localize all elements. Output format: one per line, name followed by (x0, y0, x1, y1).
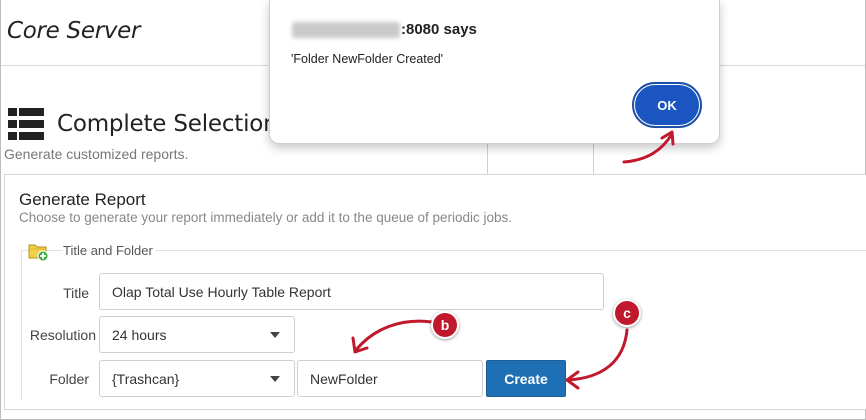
resolution-label: Resolution (29, 327, 96, 343)
resolution-value: 24 hours (112, 326, 167, 343)
tab-divider-right (593, 143, 594, 175)
chevron-down-icon (270, 376, 280, 382)
callout-c: c (613, 299, 641, 327)
list-icon (8, 108, 44, 140)
new-folder-input[interactable]: NewFolder (297, 360, 483, 397)
page-heading: Complete Selection (8, 108, 278, 140)
tab-divider-left (487, 143, 488, 175)
alert-dialog: :8080 says 'Folder NewFolder Created' OK (269, 0, 720, 144)
dialog-message: 'Folder NewFolder Created' (291, 52, 444, 66)
panel-title: Generate Report (19, 190, 146, 209)
folder-label: Folder (49, 371, 89, 387)
dialog-origin: :8080 says (292, 21, 477, 38)
create-button[interactable]: Create (486, 360, 566, 397)
title-input[interactable]: Olap Total Use Hourly Table Report (99, 273, 604, 310)
folder-select[interactable]: {Trashcan} (99, 360, 295, 397)
page-subtitle: Generate customized reports. (4, 146, 189, 162)
blurred-hostname (292, 21, 400, 38)
folder-value: {Trashcan} (112, 370, 180, 387)
panel-description: Choose to generate your report immediate… (19, 210, 513, 225)
title-label: Title (63, 285, 89, 301)
resolution-select[interactable]: 24 hours (99, 316, 295, 353)
callout-b: b (431, 311, 459, 339)
app-title: Core Server (7, 18, 141, 44)
folder-add-icon (28, 244, 49, 262)
ok-button[interactable]: OK (635, 85, 699, 125)
page-title: Complete Selection (57, 111, 278, 137)
dialog-origin-suffix: :8080 says (401, 21, 477, 38)
chevron-down-icon (270, 332, 280, 338)
fieldset-legend: Title and Folder (63, 243, 156, 258)
